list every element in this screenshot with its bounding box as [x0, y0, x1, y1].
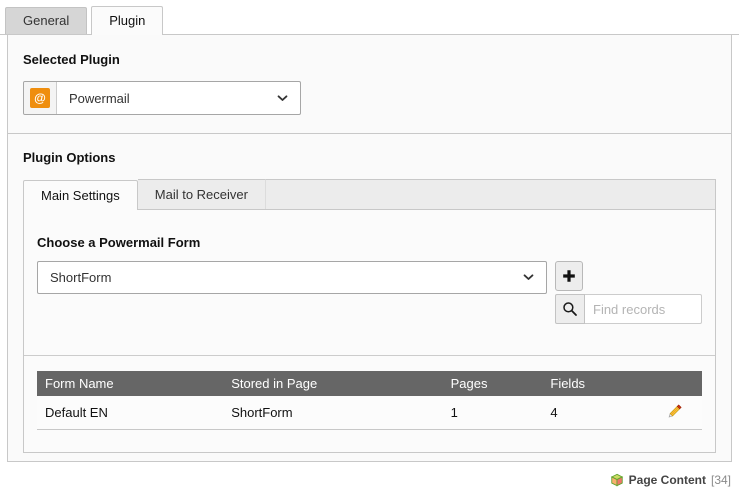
search-button[interactable]	[555, 294, 585, 324]
plugin-options-tabstrip: Main Settings Mail to Receiver	[23, 179, 716, 209]
main-settings-pane: Choose a Powermail Form ShortForm	[23, 209, 716, 453]
tab-plugin[interactable]: Plugin	[91, 6, 163, 35]
record-uid: [34]	[711, 473, 731, 487]
tab-main-settings[interactable]: Main Settings	[23, 180, 138, 210]
record-search-group	[555, 294, 702, 324]
table-header-row: Form Name Stored in Page Pages Fields	[37, 371, 702, 396]
chevron-down-icon	[523, 274, 534, 281]
chevron-down-icon	[277, 95, 288, 102]
powermail-form-select[interactable]: ShortForm	[37, 261, 547, 294]
tabstrip-filler	[266, 179, 716, 209]
tab-general[interactable]: General	[5, 7, 87, 34]
record-tabstrip: General Plugin	[0, 0, 739, 35]
tab-mail-to-receiver[interactable]: Mail to Receiver	[138, 179, 266, 209]
forms-table: Form Name Stored in Page Pages Fields De…	[37, 371, 702, 430]
find-records-input[interactable]	[585, 294, 702, 324]
powermail-form-value: ShortForm	[50, 270, 111, 285]
column-header-fields: Fields	[542, 371, 648, 396]
edit-pencil-icon	[667, 403, 683, 419]
cell-pages: 1	[443, 396, 543, 430]
selected-plugin-section: Selected Plugin @ Powermail	[8, 35, 731, 133]
plus-icon	[562, 269, 576, 283]
column-header-stored-in-page: Stored in Page	[223, 371, 442, 396]
cell-form-name: Default EN	[37, 396, 223, 430]
column-header-form-name: Form Name	[37, 371, 223, 396]
cell-stored-in-page: ShortForm	[223, 396, 442, 430]
choose-form-label: Choose a Powermail Form	[37, 235, 702, 250]
table-row: Default EN ShortForm 1 4	[37, 396, 702, 430]
search-icon	[562, 301, 578, 317]
powermail-at-icon: @	[30, 88, 50, 108]
content-element-cube-icon	[610, 473, 624, 487]
plugin-icon-box: @	[24, 82, 57, 114]
record-info-footer: Page Content [34]	[0, 462, 739, 487]
plugin-tab-panel: Selected Plugin @ Powermail Plugin Optio…	[7, 35, 732, 462]
column-header-actions	[649, 371, 702, 396]
column-header-pages: Pages	[443, 371, 543, 396]
edit-record-button[interactable]	[667, 403, 683, 419]
add-record-button[interactable]	[555, 261, 583, 291]
cell-fields: 4	[542, 396, 648, 430]
plugin-options-section: Plugin Options Main Settings Mail to Rec…	[8, 133, 731, 461]
selected-plugin-label: Selected Plugin	[23, 52, 716, 67]
selected-plugin-select[interactable]: @ Powermail	[23, 81, 301, 115]
record-type-label: Page Content	[629, 473, 706, 487]
selected-plugin-value: Powermail	[69, 91, 130, 106]
plugin-options-label: Plugin Options	[23, 150, 716, 165]
